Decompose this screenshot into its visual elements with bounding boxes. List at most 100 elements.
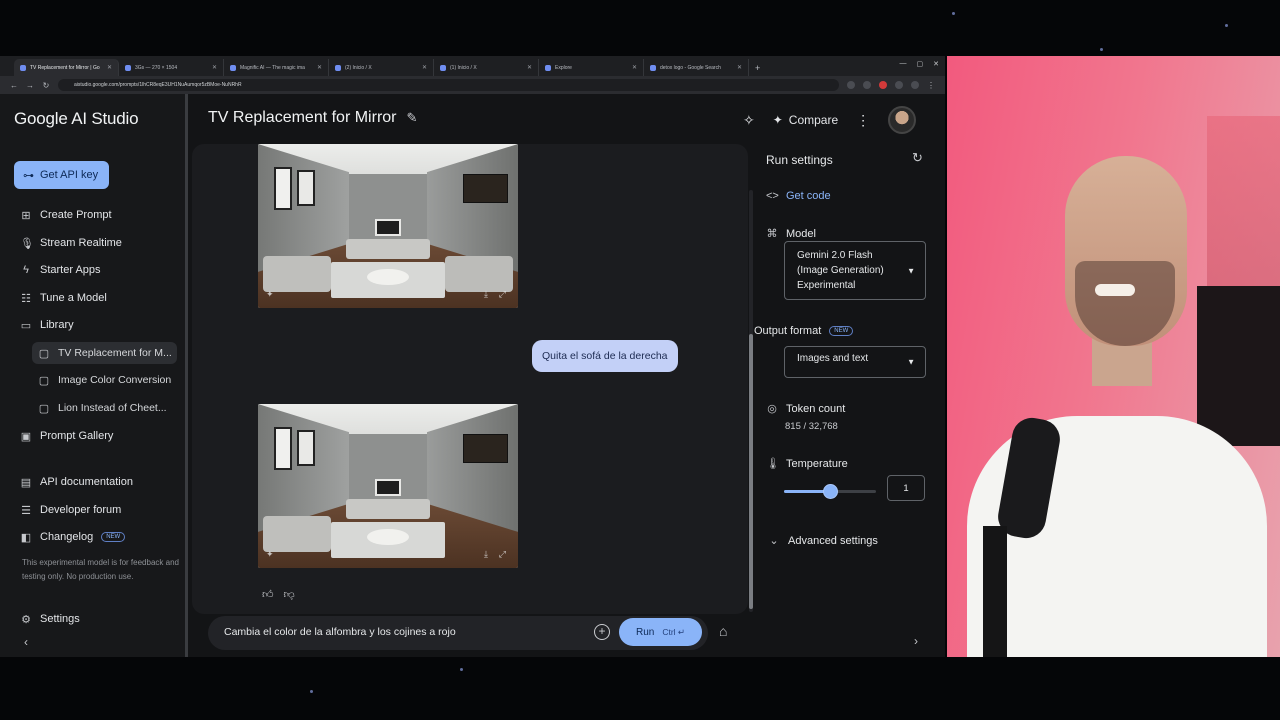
token-icon: ◎	[767, 403, 777, 415]
thumbs-up-icon[interactable]: 👍︎	[262, 588, 274, 601]
back-icon[interactable]: ←	[10, 81, 18, 90]
more-options-icon[interactable]: ⋮	[856, 112, 870, 129]
download-icon[interactable]: ⤓	[484, 549, 488, 560]
close-window-icon[interactable]: ✕	[933, 60, 939, 68]
browser-tab[interactable]: Explore ✕	[539, 59, 644, 76]
sidebar-item-image-color-conversion[interactable]: ▢ Image Color Conversion	[38, 369, 171, 391]
avatar[interactable]	[888, 106, 917, 134]
thermometer-icon: 🌡︎	[766, 458, 780, 470]
edit-pencil-icon[interactable]: ✎	[407, 110, 418, 126]
temperature-input[interactable]: 1	[887, 475, 925, 501]
sidebar-item-starter-apps[interactable]: ϟ Starter Apps	[20, 259, 100, 281]
select-value: (Image Generation)	[797, 265, 884, 276]
close-tab-icon[interactable]: ✕	[527, 64, 532, 71]
chevron-down-icon: ▼	[907, 357, 915, 367]
tab-bar: TV Replacement for Mirror | Go ✕ 3Gs — 27…	[0, 56, 945, 76]
profile-icon[interactable]	[911, 81, 919, 89]
sparkle-icon[interactable]: ✧	[743, 112, 755, 129]
sparkle-icon: ✦	[266, 549, 274, 559]
close-tab-icon[interactable]: ✕	[632, 64, 637, 71]
close-tab-icon[interactable]: ✕	[317, 64, 322, 71]
browser-tab[interactable]: detox logo - Google Search ✕	[644, 59, 749, 76]
extension-icon[interactable]	[879, 81, 887, 89]
prompt-input[interactable]: Cambia el color de la alfombra y los coj…	[224, 626, 456, 638]
clear-chat-icon[interactable]: ⌂	[719, 623, 727, 639]
tab-label: (2) Inicio / X	[345, 64, 372, 71]
new-badge: NEW	[829, 326, 854, 336]
extension-icon[interactable]	[895, 81, 903, 89]
chat-icon: ▢	[38, 347, 50, 360]
extension-icon[interactable]	[847, 81, 855, 89]
sidebar-item-create-prompt[interactable]: ⊞ Create Prompt	[20, 204, 111, 226]
background-sparkle	[1225, 24, 1228, 27]
generated-image[interactable]: ✦ ⤓ ⤢	[258, 404, 518, 568]
browser-tab[interactable]: TV Replacement for Mirror | Go ✕	[14, 59, 119, 76]
sidebar-item-prompt-gallery[interactable]: ▣ Prompt Gallery	[20, 425, 114, 447]
temperature-label: 🌡︎ Temperature	[766, 457, 848, 471]
chevron-right-icon[interactable]: ›	[914, 634, 918, 648]
sidebar-item-api-documentation[interactable]: ▤ API documentation	[20, 471, 133, 493]
generated-image[interactable]: ✦ ⤓ ⤢	[258, 144, 518, 308]
close-tab-icon[interactable]: ✕	[212, 64, 217, 71]
sidebar-item-stream-realtime[interactable]: 🎙︎ Stream Realtime	[20, 232, 122, 254]
extension-icon[interactable]	[863, 81, 871, 89]
sidebar-item-settings[interactable]: ⚙ Settings	[20, 608, 80, 630]
get-code-link[interactable]: <> Get code	[766, 190, 831, 202]
screen: TV Replacement for Mirror | Go ✕ 3Gs — 27…	[0, 0, 1280, 720]
new-tab-icon[interactable]: +	[755, 63, 760, 73]
browser-tab[interactable]: 3Gs — 270 × 1504 ✕	[119, 59, 224, 76]
create-icon: ⊞	[21, 209, 31, 222]
fullscreen-icon[interactable]: ⤢	[499, 289, 506, 300]
collapse-sidebar-icon[interactable]: ‹	[24, 635, 28, 649]
browser-tab[interactable]: (2) Inicio / X ✕	[329, 59, 434, 76]
maximize-icon[interactable]: ▢	[917, 60, 924, 68]
shortcut-hint: Ctrl ↵	[662, 626, 686, 637]
run-settings-title: Run settings	[766, 153, 833, 167]
close-tab-icon[interactable]: ✕	[737, 64, 742, 71]
brand-logo[interactable]: Google AI Studio	[14, 109, 139, 129]
sidebar-item-lion-instead-of-cheetah[interactable]: ▢ Lion Instead of Cheet...	[38, 397, 167, 419]
get-api-key-button[interactable]: ⊶ Get API key	[14, 161, 109, 189]
forward-icon[interactable]: →	[26, 81, 34, 90]
sidebar-item-library[interactable]: ▭ Library	[20, 314, 74, 336]
sidebar-item-developer-forum[interactable]: ☰ Developer forum	[20, 499, 121, 521]
menu-icon[interactable]: ⋮	[927, 81, 935, 90]
select-value: Images and text	[797, 353, 869, 364]
token-count-value: 815 / 32,768	[785, 421, 838, 432]
close-tab-icon[interactable]: ✕	[422, 64, 427, 71]
chat-area: ✦ ⤓ ⤢ Quita el sofá de la derecha ✦ ⤓ ⤢	[192, 144, 748, 614]
thumbs-down-icon[interactable]: 👎︎	[284, 588, 295, 601]
header-actions: ✧ ✦ Compare ⋮	[743, 106, 917, 134]
close-tab-icon[interactable]: ✕	[107, 64, 112, 71]
url-field[interactable]: aistudio.google.com/prompts/1lhCR8eqE3UH…	[58, 79, 839, 91]
chat-icon: ▢	[38, 402, 50, 415]
setting-label: Temperature	[786, 457, 848, 470]
output-format-select[interactable]: Images and text ▼	[784, 346, 926, 378]
browser-tab[interactable]: (1) Inicio / X ✕	[434, 59, 539, 76]
compare-button[interactable]: ✦ Compare	[773, 113, 838, 127]
download-icon[interactable]: ⤓	[484, 289, 488, 300]
fullscreen-icon[interactable]: ⤢	[499, 549, 506, 560]
select-value: Experimental	[797, 280, 856, 291]
sidebar-item-changelog[interactable]: ◧ Changelog NEW	[20, 526, 126, 548]
sidebar-item-tune-model[interactable]: ☷ Tune a Model	[20, 287, 107, 309]
code-icon: <>	[766, 190, 779, 202]
model-select[interactable]: Gemini 2.0 Flash (Image Generation) Expe…	[784, 241, 926, 300]
model-label: ⌘ Model	[766, 227, 816, 241]
button-label: Compare	[788, 113, 839, 127]
reset-settings-icon[interactable]: ↻	[912, 150, 923, 166]
sidebar-item-tv-replacement[interactable]: ▢ TV Replacement for M...	[32, 342, 177, 364]
advanced-settings-toggle[interactable]: ⌄ Advanced settings	[768, 534, 878, 548]
browser-tab[interactable]: Magnific AI — The magic ima ✕	[224, 59, 329, 76]
add-media-icon[interactable]: +	[594, 624, 610, 640]
minimize-icon[interactable]: —	[900, 60, 907, 68]
reload-icon[interactable]: ↻	[42, 81, 50, 90]
background-sparkle	[310, 690, 313, 693]
run-button[interactable]: Run Ctrl ↵	[619, 618, 702, 646]
token-count-label: ◎ Token count	[766, 402, 845, 416]
temperature-slider-thumb[interactable]	[823, 484, 838, 499]
tune-icon: ☷	[21, 292, 31, 305]
setting-label: Model	[786, 227, 816, 240]
scrollbar-thumb[interactable]	[749, 334, 753, 609]
favicon-icon	[545, 64, 551, 71]
